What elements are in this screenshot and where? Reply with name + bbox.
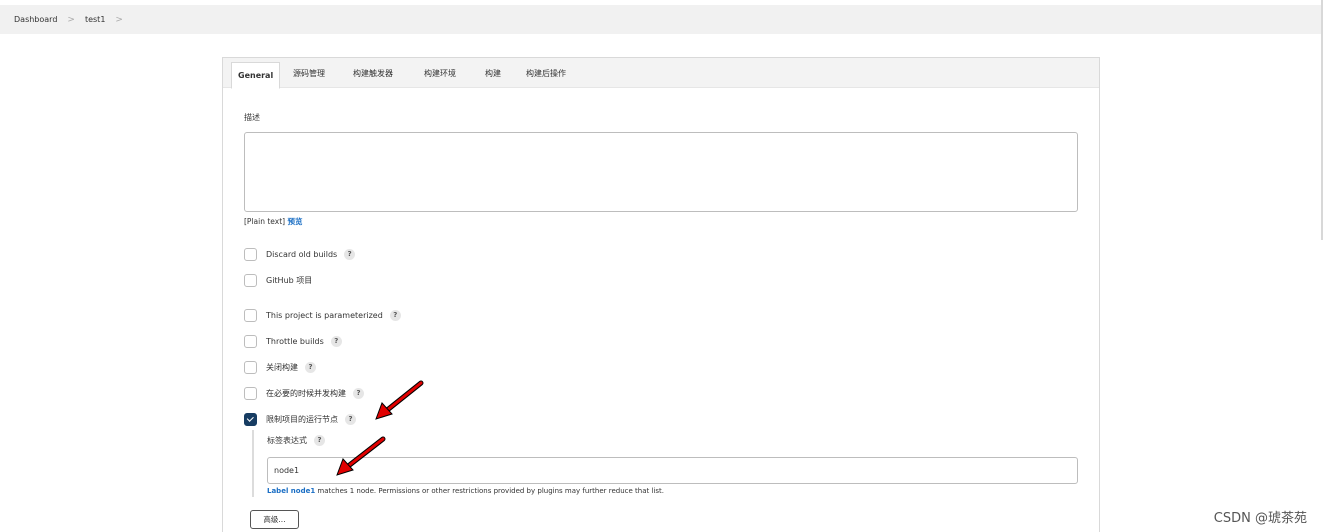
watermark: CSDN @琥茶苑: [1213, 511, 1307, 526]
red-arrow-icon: [375, 380, 424, 420]
red-arrow-icon: [336, 436, 386, 476]
red-arrow-annotation: [336, 380, 424, 476]
